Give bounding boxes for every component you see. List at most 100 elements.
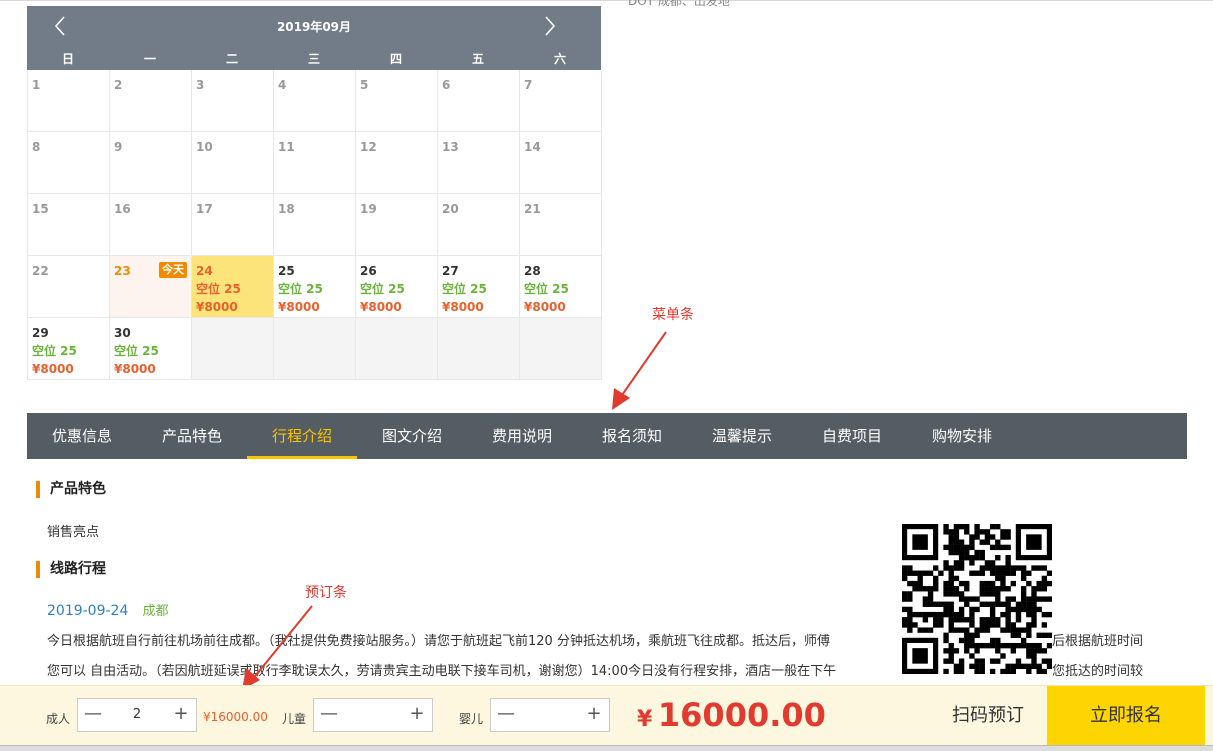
calendar-day-cell[interactable]: 8 [28, 132, 110, 194]
menu-bar: 优惠信息 产品特色 行程介绍 图文介绍 费用说明 报名须知 温馨提示 自费项目 … [27, 413, 1187, 459]
calendar-day-cell[interactable]: 24 空位 25 ¥8000 [192, 256, 274, 318]
infant-plus-button[interactable]: + [579, 699, 609, 731]
bottom-strip [0, 745, 1213, 751]
day-seats: 空位 25 [114, 344, 159, 358]
child-minus-button[interactable]: — [314, 699, 344, 731]
day-number: 9 [114, 140, 123, 154]
calendar-day-cell[interactable]: 13 [438, 132, 520, 194]
day-number: 1 [32, 78, 41, 92]
calendar-grid: 1 2 3 4 5 6 7 8 9 10 11 12 13 14 15 16 17 18 19 20 21 22 23 今天 2… [27, 70, 602, 380]
day-place: 成都 [142, 604, 169, 619]
annotation-arrow-icon [242, 605, 313, 690]
tab-fee-description[interactable]: 费用说明 [467, 413, 577, 459]
tab-shopping[interactable]: 购物安排 [907, 413, 1017, 459]
adult-minus-button[interactable]: — [78, 699, 108, 731]
calendar-day-cell[interactable]: 21 [520, 194, 602, 256]
calendar-day-cell[interactable]: 23 今天 [110, 256, 192, 318]
day-number: 2 [114, 78, 123, 92]
tab-photo-intro[interactable]: 图文介绍 [357, 413, 467, 459]
child-count[interactable] [344, 699, 402, 731]
calendar-day-cell[interactable]: 25 空位 25 ¥8000 [274, 256, 356, 318]
calendar-day-cell[interactable]: 17 [192, 194, 274, 256]
calendar-day-cell[interactable]: 30 空位 25 ¥8000 [110, 318, 192, 380]
child-stepper: — + [313, 698, 433, 732]
day-number: 11 [278, 140, 295, 154]
day-price: ¥8000 [114, 362, 156, 376]
tab-signup-notice[interactable]: 报名须知 [577, 413, 687, 459]
day-number: 16 [114, 202, 131, 216]
calendar-day-cell[interactable]: 1 [28, 70, 110, 132]
calendar-empty-cell [192, 318, 274, 380]
day-seats: 空位 25 [196, 282, 241, 296]
tab-optional-items[interactable]: 自费项目 [797, 413, 907, 459]
day-number: 29 [32, 326, 49, 340]
calendar-day-cell[interactable]: 6 [438, 70, 520, 132]
calendar-day-cell[interactable]: 16 [110, 194, 192, 256]
calendar-day-cell[interactable]: 29 空位 25 ¥8000 [28, 318, 110, 380]
child-label: 儿童 [282, 712, 307, 726]
adult-count[interactable]: 2 [108, 699, 166, 731]
day-number: 28 [524, 264, 541, 278]
calendar-empty-cell [438, 318, 520, 380]
day-price: ¥8000 [32, 362, 74, 376]
day-number: 20 [442, 202, 459, 216]
child-plus-button[interactable]: + [402, 699, 432, 731]
calendar-day-cell[interactable]: 12 [356, 132, 438, 194]
adult-subtotal: ¥16000.00 [203, 710, 268, 724]
tab-itinerary[interactable]: 行程介绍 [247, 413, 357, 459]
infant-count[interactable] [521, 699, 579, 731]
annotation-arrow-icon [612, 331, 667, 410]
weekday-mon: 一 [143, 52, 156, 66]
tab-warm-tips[interactable]: 温馨提示 [687, 413, 797, 459]
annotation-booking-label: 预订条 [305, 585, 347, 601]
calendar-day-cell[interactable]: 26 空位 25 ¥8000 [356, 256, 438, 318]
calendar-day-cell[interactable]: 14 [520, 132, 602, 194]
calendar-day-cell[interactable]: 10 [192, 132, 274, 194]
day-number: 25 [278, 264, 295, 278]
scan-book-button[interactable]: 扫码预订 [930, 686, 1046, 746]
day-price: ¥8000 [278, 300, 320, 314]
day-price: ¥8000 [360, 300, 402, 314]
day-number: 13 [442, 140, 459, 154]
top-snippet-text: DOT 成都、出发地 [628, 0, 730, 8]
day-number: 17 [196, 202, 213, 216]
weekday-thu: 四 [389, 52, 402, 66]
calendar-day-cell[interactable]: 2 [110, 70, 192, 132]
day-number: 19 [360, 202, 377, 216]
calendar-day-cell[interactable]: 28 空位 25 ¥8000 [520, 256, 602, 318]
calendar-day-cell[interactable]: 19 [356, 194, 438, 256]
calendar-day-cell[interactable]: 9 [110, 132, 192, 194]
infant-label: 婴儿 [459, 712, 484, 726]
tab-discount-info[interactable]: 优惠信息 [27, 413, 137, 459]
calendar-day-cell[interactable]: 4 [274, 70, 356, 132]
day-seats: 空位 25 [278, 282, 323, 296]
tab-product-features[interactable]: 产品特色 [137, 413, 247, 459]
calendar-day-cell[interactable]: 20 [438, 194, 520, 256]
calendar-day-cell[interactable]: 22 [28, 256, 110, 318]
day-number: 22 [32, 264, 49, 278]
weekday-sat: 六 [553, 52, 566, 66]
weekday-fri: 五 [471, 52, 484, 66]
day-number: 30 [114, 326, 131, 340]
calendar-next-button[interactable] [537, 14, 561, 38]
day-number: 8 [32, 140, 41, 154]
apply-now-button[interactable]: 立即报名 [1047, 686, 1205, 746]
day-seats: 空位 25 [32, 344, 77, 358]
calendar-day-cell[interactable]: 5 [356, 70, 438, 132]
infant-minus-button[interactable]: — [491, 699, 521, 731]
day-number: 3 [196, 78, 205, 92]
qr-code-icon [902, 524, 1053, 675]
day-seats: 空位 25 [442, 282, 487, 296]
calendar-day-cell[interactable]: 3 [192, 70, 274, 132]
calendar-day-cell[interactable]: 11 [274, 132, 356, 194]
day-price: ¥8000 [524, 300, 566, 314]
itinerary-line-2: 您可以 自由活动。（若因航班延误或取行李耽误太久，劳请贵宾主动电联下接车司机，谢… [47, 664, 837, 679]
calendar-day-cell[interactable]: 15 [28, 194, 110, 256]
calendar-day-cell[interactable]: 27 空位 25 ¥8000 [438, 256, 520, 318]
calendar-day-cell[interactable]: 18 [274, 194, 356, 256]
calendar-day-cell[interactable]: 7 [520, 70, 602, 132]
day-number: 10 [196, 140, 213, 154]
calendar-month-title: 2019年09月 [276, 20, 352, 34]
adult-plus-button[interactable]: + [166, 699, 196, 731]
price-calendar: 2019年09月 日 一 二 三 四 五 六 1 2 3 4 5 6 7 8 9 10 11 12 13… [27, 6, 602, 382]
